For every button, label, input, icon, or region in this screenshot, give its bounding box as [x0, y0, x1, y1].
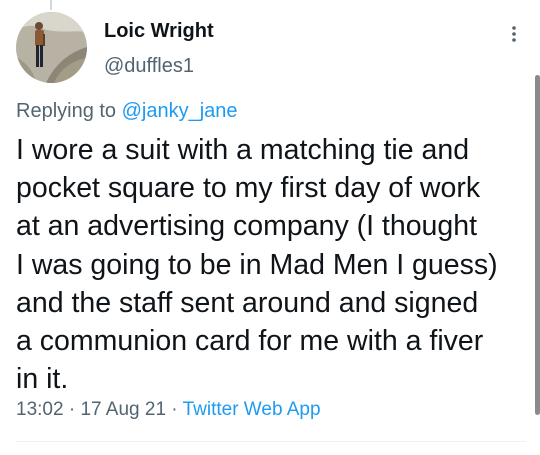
tweet-text: I wore a suit with a matching tie and po…	[16, 131, 526, 398]
replying-to: Replying to @janky_jane	[16, 100, 238, 123]
tweet-text-line: in it.	[16, 363, 69, 396]
tweet-time[interactable]: 13:02	[16, 399, 64, 420]
avatar[interactable]	[16, 12, 87, 83]
tweet-text-line: I was going to be in Mad Men I guess)	[16, 248, 498, 281]
tweet-date[interactable]: 17 Aug 21	[80, 399, 166, 420]
thread-connector-line	[50, 0, 52, 10]
more-vertical-icon	[512, 26, 516, 42]
tweet-text-line: I wore a suit with a matching tie and	[16, 134, 470, 166]
meta-separator: ·	[63, 399, 81, 420]
tweet-source-link[interactable]: Twitter Web App	[183, 399, 321, 420]
reply-mention-link[interactable]: @janky_jane	[122, 100, 238, 122]
tweet-text-line: a communion card for me with a fiver	[16, 325, 484, 358]
tweet-text-line: and the staff sent around and signed	[16, 286, 479, 319]
tweet-text-line: at an advertising company (I thought	[16, 210, 478, 243]
replying-to-label: Replying to	[16, 100, 122, 122]
author-display-name[interactable]: Loic Wright	[104, 20, 214, 43]
meta-separator: ·	[166, 399, 183, 420]
tweet-metadata: 13:02 · 17 Aug 21 · Twitter Web App	[16, 399, 321, 421]
author-handle[interactable]: @duffles1	[104, 55, 194, 78]
avatar-photo	[16, 12, 87, 83]
divider	[16, 441, 526, 442]
scrollbar[interactable]	[535, 75, 540, 415]
tweet-text-line: pocket square to my first day of work	[16, 172, 481, 205]
more-options-button[interactable]	[506, 20, 522, 48]
